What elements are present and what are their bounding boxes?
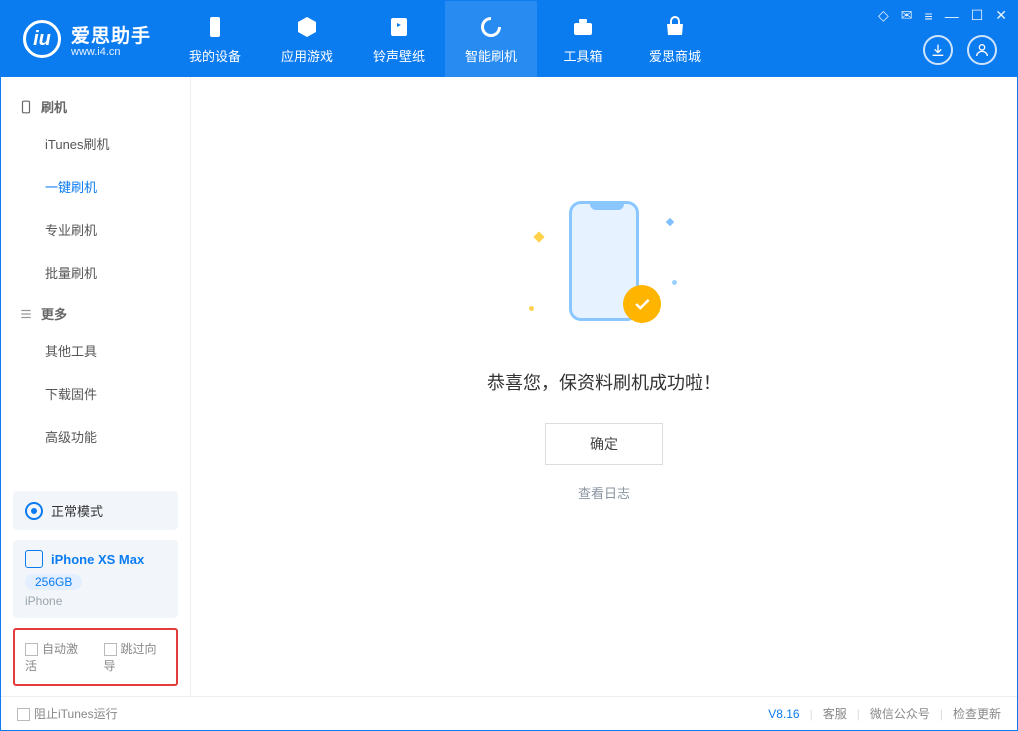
nav-label: 铃声壁纸 [373, 46, 425, 65]
nav-label: 爱思商城 [649, 46, 701, 65]
nav-store[interactable]: 爱思商城 [629, 1, 721, 77]
device-icon [203, 14, 227, 40]
mode-label: 正常模式 [51, 501, 103, 520]
mode-card[interactable]: 正常模式 [13, 491, 178, 530]
toolbox-icon [571, 14, 595, 40]
sidebar-item-batch-flash[interactable]: 批量刷机 [1, 251, 190, 294]
nav-apps-games[interactable]: 应用游戏 [261, 1, 353, 77]
section-title: 更多 [41, 304, 67, 323]
checkbox-label: 阻止iTunes运行 [34, 707, 118, 721]
status-bar: 阻止iTunes运行 V8.16 | 客服 | 微信公众号 | 检查更新 [1, 696, 1017, 730]
phone-icon [19, 100, 33, 114]
version-label: V8.16 [768, 707, 799, 721]
download-manager-button[interactable] [923, 35, 953, 65]
nav-my-device[interactable]: 我的设备 [169, 1, 261, 77]
skin-icon[interactable]: ◇ [878, 7, 889, 24]
menu-icon[interactable]: ≡ [925, 8, 933, 24]
feedback-icon[interactable]: ✉ [901, 7, 913, 24]
music-icon [387, 14, 411, 40]
nav-smart-flash[interactable]: 智能刷机 [445, 1, 537, 77]
maximize-button[interactable]: ☐ [971, 7, 984, 24]
sidebar-item-oneclick-flash[interactable]: 一键刷机 [1, 165, 190, 208]
nav-label: 应用游戏 [281, 46, 333, 65]
minimize-button[interactable]: — [945, 8, 959, 24]
sidebar-item-itunes-flash[interactable]: iTunes刷机 [1, 122, 190, 165]
section-title: 刷机 [41, 97, 67, 116]
app-name: 爱思助手 [71, 21, 151, 48]
sidebar-item-download-firmware[interactable]: 下载固件 [1, 372, 190, 415]
sidebar-section-more: 更多 [1, 294, 190, 329]
close-button[interactable]: ✕ [995, 7, 1007, 24]
app-header: iu 爱思助手 www.i4.cn 我的设备 应用游戏 铃声壁纸 智能刷机 [1, 1, 1017, 77]
refresh-icon [479, 14, 503, 40]
store-icon [663, 14, 687, 40]
nav-label: 智能刷机 [465, 46, 517, 65]
flash-result: 恭喜您，保资料刷机成功啦！ 确定 查看日志 [487, 191, 721, 502]
app-url: www.i4.cn [71, 46, 151, 58]
sidebar: 刷机 iTunes刷机 一键刷机 专业刷机 批量刷机 更多 其他工具 下载固件 … [1, 77, 191, 696]
flash-options-highlighted: 自动激活 跳过向导 [13, 628, 178, 686]
window-controls: ◇ ✉ ≡ — ☐ ✕ [878, 7, 1007, 24]
sidebar-item-pro-flash[interactable]: 专业刷机 [1, 208, 190, 251]
success-illustration [529, 191, 679, 341]
device-icon [25, 550, 43, 568]
mode-icon [25, 502, 43, 520]
user-account-button[interactable] [967, 35, 997, 65]
sidebar-item-advanced[interactable]: 高级功能 [1, 415, 190, 458]
nav-label: 我的设备 [189, 46, 241, 65]
main-nav: 我的设备 应用游戏 铃声壁纸 智能刷机 工具箱 爱思商城 [169, 1, 721, 77]
device-card[interactable]: iPhone XS Max 256GB iPhone [13, 540, 178, 618]
main-content: 恭喜您，保资料刷机成功啦！ 确定 查看日志 [191, 77, 1017, 696]
app-logo: iu 爱思助手 www.i4.cn [1, 20, 169, 58]
view-log-link[interactable]: 查看日志 [487, 483, 721, 502]
auto-activate-checkbox[interactable]: 自动激活 [25, 640, 88, 674]
nav-label: 工具箱 [564, 46, 603, 65]
ok-button[interactable]: 确定 [545, 423, 663, 465]
device-type: iPhone [25, 594, 166, 608]
logo-icon: iu [23, 20, 61, 58]
skip-guide-checkbox[interactable]: 跳过向导 [104, 640, 167, 674]
support-link[interactable]: 客服 [823, 705, 847, 722]
sidebar-section-flash: 刷机 [1, 87, 190, 122]
device-name: iPhone XS Max [51, 552, 144, 567]
storage-badge: 256GB [25, 574, 82, 590]
wechat-link[interactable]: 微信公众号 [870, 705, 930, 722]
list-icon [19, 307, 33, 321]
cube-icon [295, 14, 319, 40]
block-itunes-checkbox[interactable]: 阻止iTunes运行 [17, 705, 118, 722]
checkmark-icon [623, 285, 661, 323]
sidebar-item-other-tools[interactable]: 其他工具 [1, 329, 190, 372]
success-message: 恭喜您，保资料刷机成功啦！ [487, 369, 721, 395]
check-update-link[interactable]: 检查更新 [953, 705, 1001, 722]
nav-toolbox[interactable]: 工具箱 [537, 1, 629, 77]
nav-ringtones[interactable]: 铃声壁纸 [353, 1, 445, 77]
